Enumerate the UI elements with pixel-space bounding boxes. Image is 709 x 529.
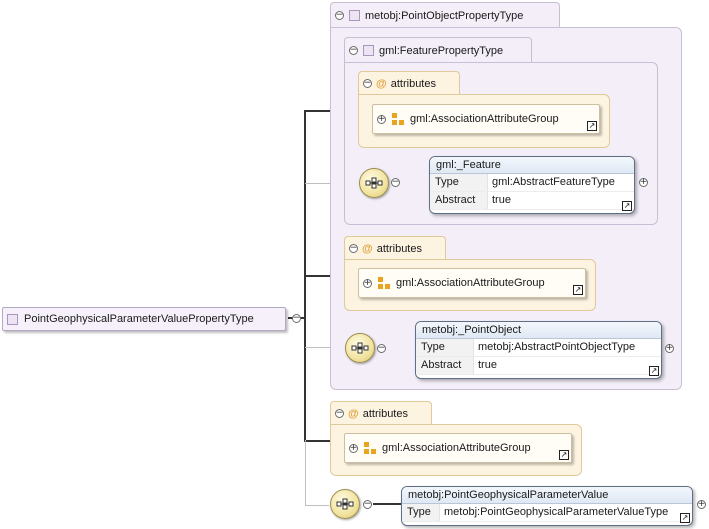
attributes-label: attributes (390, 77, 436, 90)
collapse-toggle[interactable]: − (292, 314, 301, 323)
inner-type-label: gml:FeaturePropertyType (379, 44, 504, 57)
connector (305, 505, 329, 506)
expand-toggle[interactable]: + (639, 178, 648, 187)
attributes-label: attributes (376, 242, 422, 255)
complex-type-icon (7, 313, 18, 325)
outer-type-header[interactable]: − metobj:PointObjectPropertyType (330, 2, 560, 28)
collapse-toggle[interactable]: − (335, 11, 344, 20)
link-icon[interactable]: ↗ (559, 450, 569, 460)
sequence-compositor-icon[interactable] (359, 168, 389, 198)
type-value: metobj:PointGeophysicalParameterValueTyp… (444, 506, 669, 518)
type-key: Type (416, 339, 474, 356)
attribute-group-ref[interactable]: + gml:AssociationAttributeGroup ↗ (344, 433, 572, 463)
expand-toggle[interactable]: + (377, 114, 386, 124)
collapse-toggle[interactable]: − (349, 46, 358, 55)
complex-type-icon (349, 10, 360, 21)
abstract-value: true (492, 194, 511, 206)
complex-type-icon (363, 45, 374, 56)
abstract-value: true (478, 359, 497, 371)
link-icon[interactable]: ↗ (622, 201, 632, 211)
link-icon[interactable]: ↗ (649, 366, 659, 376)
link-icon[interactable]: ↗ (680, 513, 690, 523)
element-point-object[interactable]: metobj:_PointObject Type metobj:AbstractP… (415, 321, 662, 379)
link-icon[interactable]: ↗ (587, 121, 597, 131)
expand-toggle[interactable]: + (697, 500, 706, 509)
collapse-toggle[interactable]: − (363, 79, 372, 88)
connector (373, 503, 401, 505)
collapse-toggle[interactable]: − (349, 244, 358, 253)
group-label: gml:AssociationAttributeGroup (396, 277, 545, 289)
attribute-group-ref[interactable]: + gml:AssociationAttributeGroup ↗ (372, 104, 600, 134)
collapse-toggle[interactable]: − (391, 178, 400, 187)
type-key: Type (402, 504, 440, 521)
abstract-key: Abstract (430, 192, 488, 209)
expand-toggle[interactable]: + (363, 278, 372, 288)
at-icon: @ (348, 407, 359, 420)
abstract-key: Abstract (416, 357, 474, 374)
root-type-label: PointGeophysicalParameterValuePropertyTy… (24, 313, 254, 325)
type-key: Type (430, 174, 488, 191)
collapse-toggle[interactable]: − (335, 409, 344, 418)
sequence-compositor-icon[interactable] (330, 489, 360, 519)
attribute-group-ref[interactable]: + gml:AssociationAttributeGroup ↗ (358, 268, 586, 298)
inner-type-header[interactable]: − gml:FeaturePropertyType (344, 37, 532, 63)
element-name: metobj:PointGeophysicalParameterValue (402, 487, 692, 504)
attributes-label: attributes (362, 407, 408, 420)
attributes-header[interactable]: − @ attributes (344, 236, 446, 260)
group-label: gml:AssociationAttributeGroup (410, 113, 559, 125)
collapse-toggle[interactable]: − (363, 500, 372, 509)
type-value: metobj:AbstractPointObjectType (478, 341, 636, 353)
at-icon: @ (362, 242, 373, 255)
outer-type-label: metobj:PointObjectPropertyType (365, 9, 524, 22)
group-label: gml:AssociationAttributeGroup (382, 442, 531, 454)
element-feature[interactable]: gml:_Feature Type gml:AbstractFeatureType… (429, 156, 635, 214)
expand-toggle[interactable]: + (665, 344, 674, 353)
attribute-group-icon (364, 442, 376, 454)
connector (305, 440, 306, 506)
sequence-compositor-icon[interactable] (345, 333, 375, 363)
type-value: gml:AbstractFeatureType (492, 176, 615, 188)
expand-toggle[interactable]: + (349, 443, 358, 453)
link-icon[interactable]: ↗ (573, 285, 583, 295)
attribute-group-icon (392, 113, 404, 125)
attributes-header[interactable]: − @ attributes (330, 401, 432, 425)
root-complex-type[interactable]: PointGeophysicalParameterValuePropertyTy… (2, 307, 286, 331)
element-point-geophysical-parameter-value[interactable]: metobj:PointGeophysicalParameterValue Ty… (401, 486, 693, 526)
element-name: gml:_Feature (430, 157, 634, 174)
at-icon: @ (376, 77, 387, 90)
collapse-toggle[interactable]: − (377, 344, 386, 353)
attribute-group-icon (378, 277, 390, 289)
element-name: metobj:_PointObject (416, 322, 661, 339)
attributes-header[interactable]: − @ attributes (358, 71, 460, 95)
